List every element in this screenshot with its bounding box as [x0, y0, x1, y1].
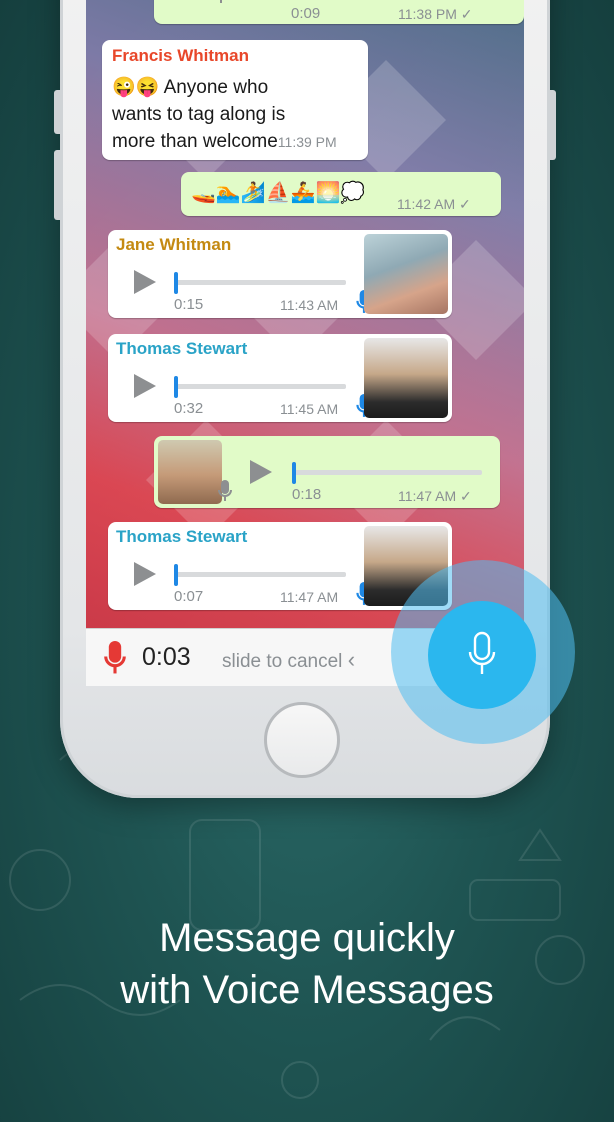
avatar: [158, 440, 222, 504]
play-button[interactable]: [134, 270, 156, 294]
sender-name: Thomas Stewart: [116, 339, 248, 358]
message-line: Anyone who: [163, 77, 269, 98]
avatar: [364, 338, 448, 418]
message-time: 11:45 AM: [280, 401, 339, 417]
voice-duration: 0:15: [174, 296, 204, 313]
play-button[interactable]: [134, 562, 156, 586]
power-button: [550, 90, 556, 160]
voice-duration: 0:32: [174, 400, 204, 417]
volume-button: [54, 90, 60, 134]
voice-progress-track[interactable]: [292, 470, 482, 475]
message-time: 11:39 PM: [277, 134, 337, 150]
voice-progress-knob[interactable]: [174, 564, 178, 586]
voice-message-outgoing[interactable]: 0:18 11:47 AM ✓: [154, 436, 500, 508]
record-voice-button[interactable]: [428, 601, 536, 709]
voice-message-incoming[interactable]: Thomas Stewart 0:32 11:45 AM: [108, 334, 452, 422]
message-line: wants to tag along is: [112, 104, 286, 125]
emoji-message-outgoing[interactable]: 🚤🏊🏄⛵🚣🌅💭 11:42 AM ✓: [181, 172, 501, 216]
volume-button: [54, 150, 60, 220]
mic-icon: [468, 631, 496, 674]
sent-check-icon: ✓: [460, 6, 473, 22]
play-button[interactable]: [250, 460, 272, 484]
message-time: 11:47 AM ✓: [398, 488, 472, 504]
voice-progress-knob[interactable]: [292, 462, 296, 484]
voice-duration: 0:18: [292, 486, 322, 503]
sender-name: Thomas Stewart: [116, 527, 248, 546]
voice-progress-knob[interactable]: [174, 272, 178, 294]
voice-duration: 0:09: [291, 5, 321, 22]
caption-line-1: Message quickly: [159, 916, 455, 960]
sent-check-icon: ✓: [460, 488, 472, 504]
voice-progress-knob[interactable]: [174, 376, 178, 398]
voice-progress-track[interactable]: [174, 280, 346, 285]
recording-mic-icon: [104, 641, 126, 674]
emoji-row: 🚤🏊🏄⛵🚣🌅💭: [191, 182, 366, 204]
avatar: [364, 234, 448, 314]
message-time: 11:47 AM: [280, 589, 339, 605]
voice-message-incoming[interactable]: Jane Whitman 0:15 11:43 AM: [108, 230, 452, 318]
caption-line-2: with Voice Messages: [120, 968, 494, 1012]
sender-name: Jane Whitman: [116, 235, 232, 254]
message-line: more than welcome: [112, 131, 278, 152]
sender-name: Francis Whitman: [112, 46, 249, 65]
voice-message-outgoing-partial[interactable]: 0:09 11:38 PM ✓: [154, 0, 524, 24]
slide-to-cancel-label[interactable]: slide to cancel ‹: [222, 647, 355, 673]
voice-progress-track[interactable]: [174, 572, 346, 577]
play-button[interactable]: [134, 374, 156, 398]
message-time: 11:43 AM: [280, 297, 339, 313]
message-time: 11:42 AM ✓: [397, 196, 471, 212]
message-text: 😜😝 Anyone who wants to tag along is more…: [112, 74, 362, 156]
message-time: 11:38 PM ✓: [398, 6, 473, 22]
emoji: 😜😝: [112, 77, 160, 98]
sent-check-icon: ✓: [459, 196, 471, 212]
chevron-left-icon: ‹: [347, 647, 356, 672]
voice-progress-track[interactable]: [174, 384, 346, 389]
mic-icon: [218, 480, 232, 501]
mic-icon: [220, 0, 222, 3]
voice-duration: 0:07: [174, 588, 204, 605]
text-message-incoming[interactable]: Francis Whitman 😜😝 Anyone who wants to t…: [102, 40, 368, 160]
recording-timer: 0:03: [142, 643, 191, 671]
voice-message-incoming[interactable]: Thomas Stewart 0:07 11:47 AM: [108, 522, 452, 610]
home-button[interactable]: [264, 702, 340, 778]
